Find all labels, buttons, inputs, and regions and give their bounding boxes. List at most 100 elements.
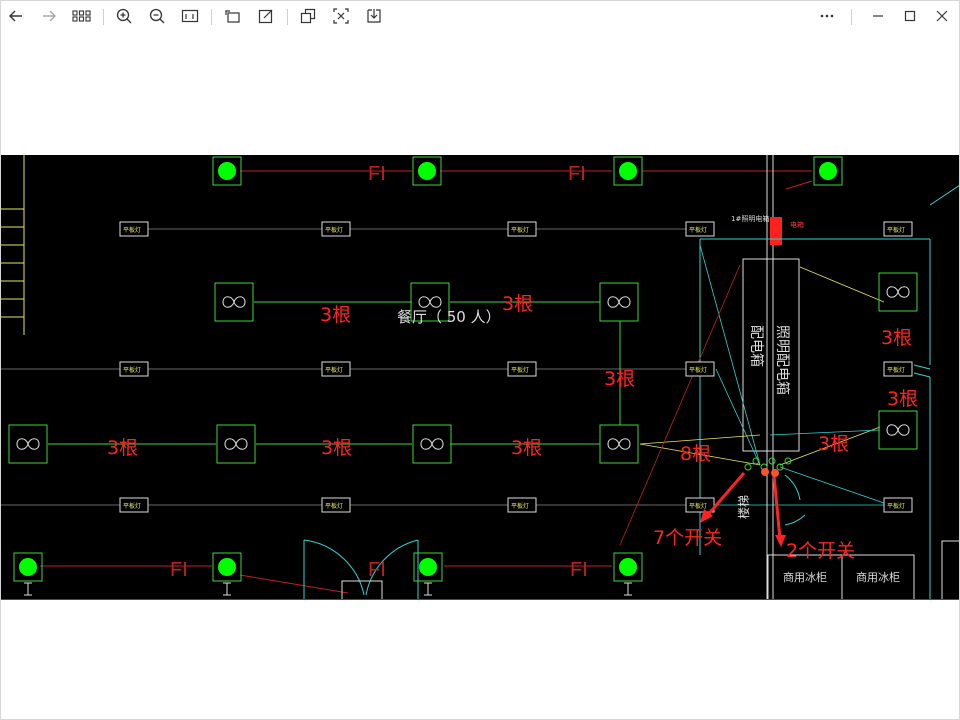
fixture-label: 平板灯 bbox=[511, 366, 529, 374]
panel-light-fixture: 平板灯 bbox=[119, 221, 149, 237]
ceiling-light-fixture bbox=[13, 552, 43, 596]
exhaust-fan-fixture bbox=[412, 424, 452, 464]
panel-light-fixture: 平板灯 bbox=[507, 361, 537, 377]
minimize-button[interactable] bbox=[866, 4, 890, 28]
arrow-left-icon bbox=[9, 10, 22, 22]
small-label-right: 电箱 bbox=[790, 220, 804, 229]
annotation-a5: 3根 bbox=[321, 437, 352, 459]
annotation-a7: 3根 bbox=[818, 433, 849, 455]
grid-icon bbox=[72, 10, 91, 22]
arrow-right-icon bbox=[43, 10, 56, 22]
annotation-a1: 3根 bbox=[320, 304, 351, 326]
fixture-label: 平板灯 bbox=[325, 502, 343, 510]
actual-size-icon bbox=[181, 9, 199, 23]
annotation-switch2: 2个开关 bbox=[786, 540, 855, 562]
annotation-a10: 8根 bbox=[680, 443, 711, 465]
panel-light-fixture: 平板灯 bbox=[119, 361, 149, 377]
panel-light-fixture: 平板灯 bbox=[507, 497, 537, 513]
more-button[interactable] bbox=[815, 4, 839, 28]
close-button[interactable] bbox=[930, 4, 954, 28]
maximize-icon bbox=[904, 10, 916, 22]
crop-icon bbox=[333, 8, 349, 24]
panel-light-fixture: 平板灯 bbox=[321, 221, 351, 237]
grid-view-button[interactable] bbox=[70, 4, 94, 28]
panel-side-label: 照明配电箱 bbox=[774, 325, 790, 395]
save-button[interactable] bbox=[362, 4, 386, 28]
copy-button[interactable] bbox=[296, 4, 320, 28]
edit-icon bbox=[258, 9, 273, 24]
ceiling-light-fixture bbox=[613, 552, 643, 596]
forward-button[interactable] bbox=[37, 4, 61, 28]
wire-tag-1: FI bbox=[368, 163, 386, 185]
back-button[interactable] bbox=[4, 4, 28, 28]
download-icon bbox=[367, 9, 381, 23]
fixture-label: 平板灯 bbox=[887, 366, 905, 374]
panel-light-fixture: 平板灯 bbox=[883, 221, 913, 237]
exhaust-fan-fixture bbox=[599, 424, 639, 464]
annotation-a6: 3根 bbox=[511, 437, 542, 459]
panel-light-fixture: 平板灯 bbox=[685, 497, 715, 513]
maximize-button[interactable] bbox=[898, 4, 922, 28]
switch-symbol bbox=[768, 457, 776, 465]
panel-light-fixture: 平板灯 bbox=[321, 497, 351, 513]
minimize-icon bbox=[873, 15, 883, 17]
wire-tag-5: FI bbox=[570, 559, 588, 581]
canvas-bottom-border bbox=[0, 599, 960, 600]
panel-light-fixture: 平板灯 bbox=[685, 221, 715, 237]
fixture-label: 平板灯 bbox=[123, 366, 141, 374]
room-label: 餐厅（ 50 人） bbox=[397, 308, 501, 326]
panel-light-fixture: 平板灯 bbox=[119, 497, 149, 513]
zoom-in-button[interactable] bbox=[112, 4, 136, 28]
annotation-a8: 3根 bbox=[881, 327, 912, 349]
actual-size-button[interactable] bbox=[178, 4, 202, 28]
switch-symbol bbox=[744, 463, 752, 471]
rotate-icon bbox=[225, 10, 240, 23]
zoom-in-icon bbox=[116, 8, 132, 24]
panel-light-fixture: 平板灯 bbox=[883, 361, 913, 377]
wire-tag-2: FI bbox=[568, 163, 586, 185]
ceiling-light-fixture bbox=[212, 552, 242, 596]
fixture-label: 平板灯 bbox=[511, 226, 529, 234]
bottom-label-2: 商用冰柜 bbox=[856, 570, 900, 584]
edit-button[interactable] bbox=[254, 4, 278, 28]
ceiling-light-fixture bbox=[412, 156, 442, 186]
fixture-label: 平板灯 bbox=[123, 226, 141, 234]
ceiling-light-fixture bbox=[813, 156, 843, 186]
annotation-switch7: 7个开关 bbox=[653, 527, 722, 549]
panel-light-fixture: 平板灯 bbox=[883, 497, 913, 513]
fixture-label: 平板灯 bbox=[325, 366, 343, 374]
annotation-a2: 3根 bbox=[502, 293, 533, 315]
exhaust-fan-fixture bbox=[214, 282, 254, 322]
exhaust-fan-fixture bbox=[8, 424, 48, 464]
zoom-out-button[interactable] bbox=[145, 4, 169, 28]
fixture-label: 平板灯 bbox=[325, 226, 343, 234]
exhaust-fan-fixture bbox=[216, 424, 256, 464]
rotate-button[interactable] bbox=[221, 4, 245, 28]
annotation-a4: 3根 bbox=[107, 437, 138, 459]
close-icon bbox=[936, 10, 948, 22]
fixture-label: 平板灯 bbox=[511, 502, 529, 510]
fixture-label: 平板灯 bbox=[689, 366, 707, 374]
more-icon bbox=[820, 14, 834, 18]
fixture-label: 平板灯 bbox=[689, 502, 707, 510]
ceiling-light-fixture bbox=[212, 156, 242, 186]
copy-icon bbox=[300, 8, 316, 24]
crop-button[interactable] bbox=[329, 4, 353, 28]
fixture-label: 平板灯 bbox=[887, 502, 905, 510]
ceiling-light-fixture bbox=[613, 156, 643, 186]
image-canvas[interactable]: 平板灯 平板灯 平板灯 平板灯 平板灯 平板灯 平板灯 平板灯 平板灯 平板灯 平板灯 平板灯 平板灯平… bbox=[0, 155, 960, 600]
panel-light-fixture: 平板灯 bbox=[507, 221, 537, 237]
panel-light-fixture: 平板灯 bbox=[321, 361, 351, 377]
zoom-out-icon bbox=[149, 8, 165, 24]
small-label-top: 1#照明电箱 bbox=[731, 214, 769, 223]
wire-tag-4: FI bbox=[368, 559, 386, 581]
fixture-label: 平板灯 bbox=[887, 226, 905, 234]
image-viewer-toolbar bbox=[0, 0, 960, 34]
exhaust-fan-fixture bbox=[599, 282, 639, 322]
bottom-label-1: 商用冰柜 bbox=[783, 570, 827, 584]
exhaust-fan-fixture bbox=[878, 272, 918, 312]
annotation-a3: 3根 bbox=[604, 368, 635, 390]
fixture-label: 平板灯 bbox=[689, 226, 707, 234]
annotation-a9: 3根 bbox=[887, 388, 918, 410]
fixture-label: 平板灯 bbox=[123, 502, 141, 510]
